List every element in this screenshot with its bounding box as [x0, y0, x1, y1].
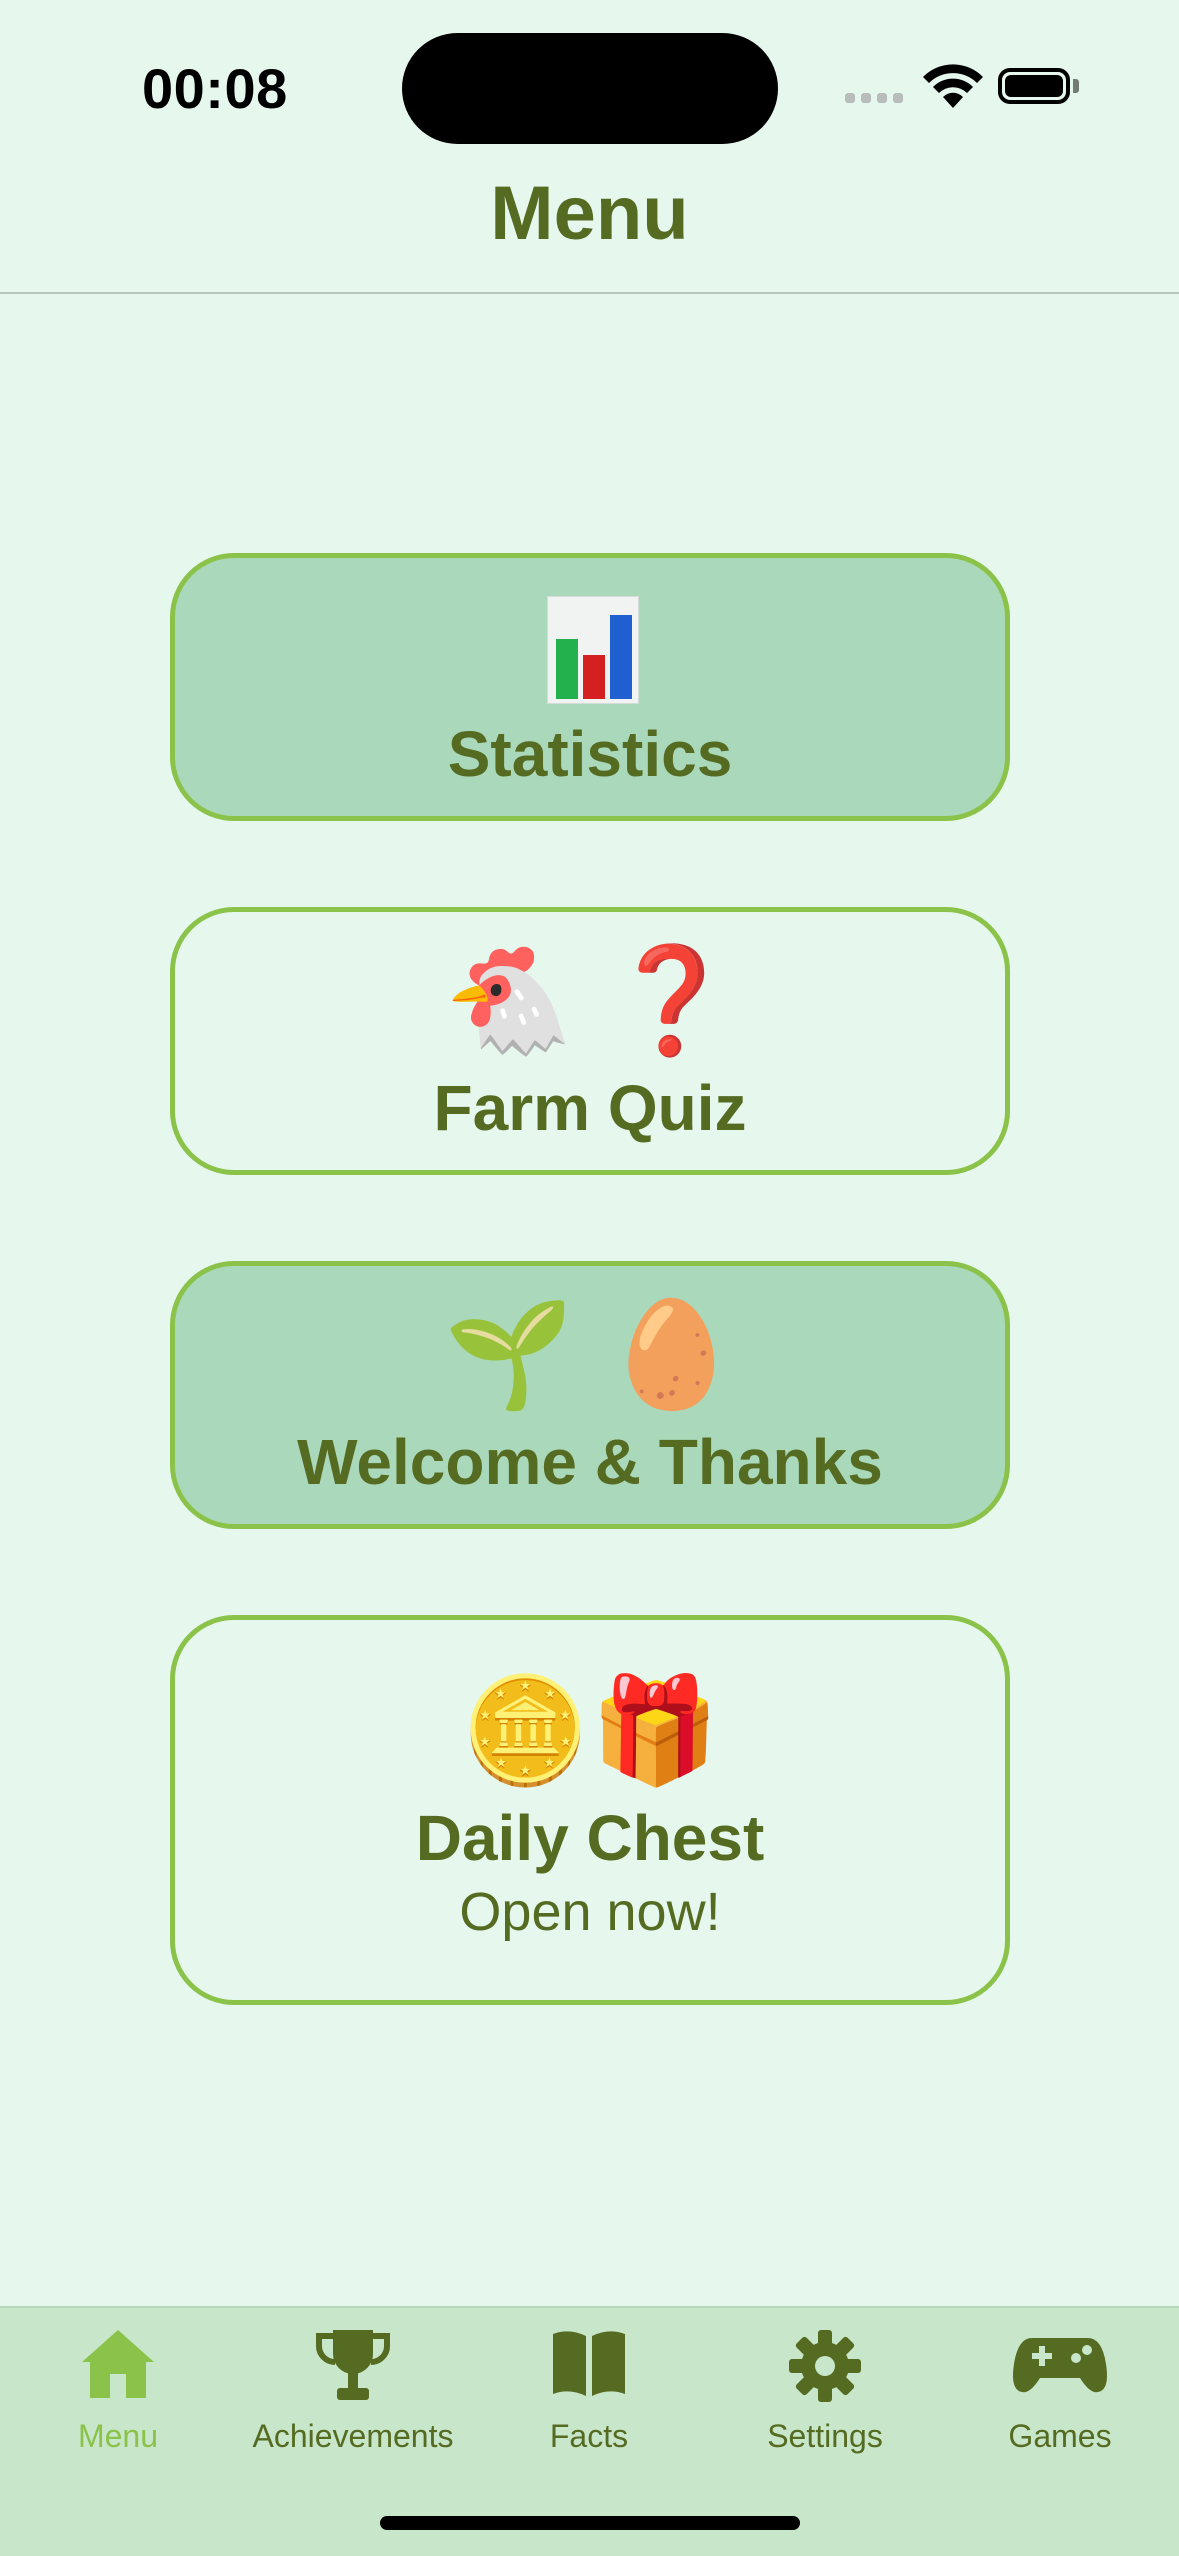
- tab-achievements[interactable]: Achievements: [235, 2308, 471, 2468]
- welcome-thanks-label: Welcome & Thanks: [297, 1426, 883, 1498]
- farm-quiz-label: Farm Quiz: [433, 1072, 747, 1144]
- battery-icon: [998, 68, 1070, 104]
- tab-games[interactable]: Games: [942, 2308, 1178, 2468]
- tab-facts[interactable]: Facts: [471, 2308, 707, 2468]
- bar-chart-icon: [547, 596, 639, 704]
- tab-settings[interactable]: Settings: [707, 2308, 943, 2468]
- statistics-label: Statistics: [447, 718, 733, 790]
- chicken-question-icon: 🐔 ❓: [443, 939, 737, 1061]
- daily-chest-label: Daily Chest: [415, 1802, 765, 1874]
- wifi-icon: [923, 64, 983, 108]
- farm-quiz-button[interactable]: 🐔 ❓ Farm Quiz: [170, 907, 1010, 1175]
- tab-games-label: Games: [1008, 2418, 1112, 2454]
- statistics-button[interactable]: Statistics: [170, 553, 1010, 821]
- battery-tip: [1073, 79, 1079, 93]
- status-bar: 00:08: [0, 0, 1179, 170]
- tab-settings-label: Settings: [767, 2418, 883, 2454]
- page-title: Menu: [490, 171, 689, 256]
- dynamic-island: [402, 33, 778, 144]
- daily-chest-subtitle: Open now!: [459, 1882, 721, 1942]
- tab-menu[interactable]: Menu: [0, 2308, 236, 2468]
- tab-menu-label: Menu: [77, 2418, 159, 2454]
- trophy-icon: [316, 2330, 390, 2400]
- tab-facts-label: Facts: [549, 2418, 629, 2454]
- coin-gift-icon: 🪙🎁: [460, 1669, 720, 1791]
- gamepad-icon: [1013, 2338, 1107, 2393]
- welcome-thanks-button[interactable]: 🌱 🥚 Welcome & Thanks: [170, 1261, 1010, 1529]
- daily-chest-button[interactable]: 🪙🎁 Daily Chest Open now!: [170, 1615, 1010, 2005]
- home-icon: [82, 2330, 154, 2398]
- nav-divider: [0, 292, 1179, 294]
- home-indicator[interactable]: [380, 2516, 800, 2530]
- book-icon: [553, 2331, 625, 2396]
- cellular-signal-icon: [845, 93, 905, 107]
- status-time: 00:08: [142, 57, 288, 120]
- tab-achievements-label: Achievements: [252, 2418, 454, 2454]
- gear-icon: [789, 2330, 861, 2402]
- sprout-egg-icon: 🌱 🥚: [443, 1293, 737, 1415]
